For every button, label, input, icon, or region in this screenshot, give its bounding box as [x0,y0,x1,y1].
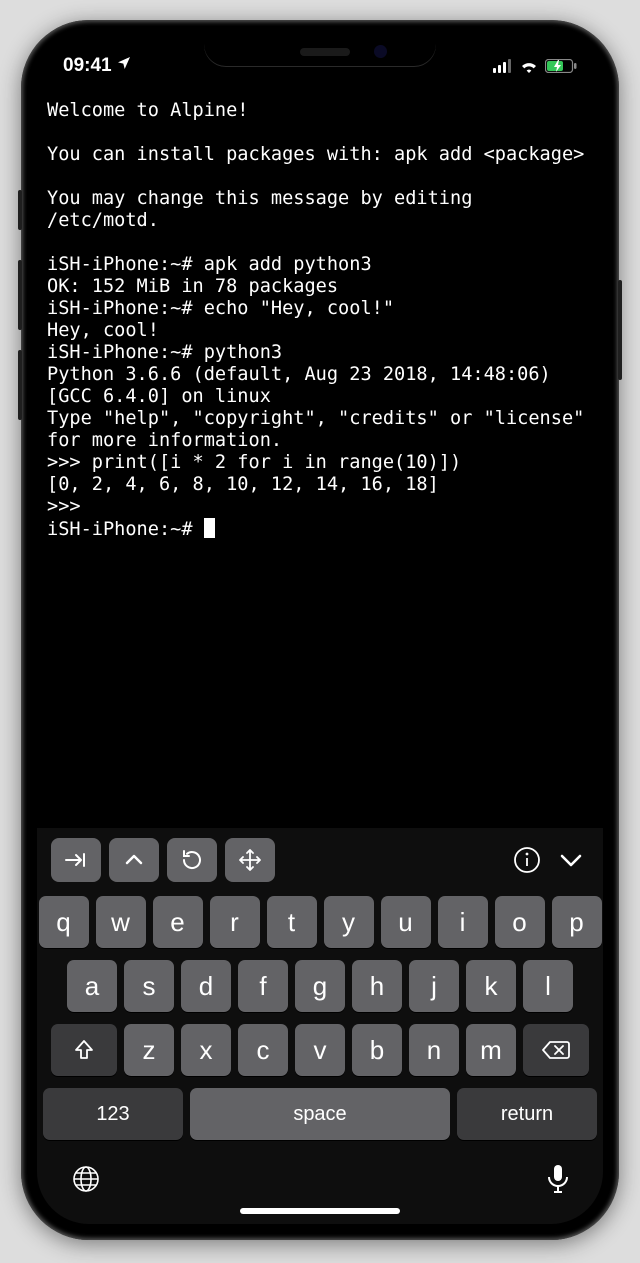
key-t[interactable]: t [267,896,317,948]
key-p[interactable]: p [552,896,602,948]
cellular-icon [493,59,513,73]
key-y[interactable]: y [324,896,374,948]
esc-key[interactable] [167,838,217,882]
key-o[interactable]: o [495,896,545,948]
key-row-4: 123 space return [43,1088,597,1144]
arrows-key[interactable] [225,838,275,882]
volume-down [18,350,22,420]
screen: 09:41 Welcome to Alpine! You can install… [37,36,603,1224]
cursor [204,518,215,538]
key-d[interactable]: d [181,960,231,1012]
key-s[interactable]: s [124,960,174,1012]
key-f[interactable]: f [238,960,288,1012]
terminal-text: Welcome to Alpine! You can install packa… [47,100,596,540]
wifi-icon [519,59,539,73]
dictation-icon[interactable] [547,1164,569,1194]
home-indicator[interactable] [240,1208,400,1214]
backspace-key[interactable] [523,1024,589,1076]
notch [204,36,436,66]
space-key[interactable]: space [190,1088,450,1140]
tab-key[interactable] [51,838,101,882]
key-j[interactable]: j [409,960,459,1012]
side-switch [18,190,22,230]
power-button [618,280,622,380]
key-row-3: zxcvbnm [43,1024,597,1076]
key-row-1: qwertyuiop [43,896,597,948]
key-v[interactable]: v [295,1024,345,1076]
keyboard-accessory-bar [37,828,603,892]
keyboard-tool-row [37,1144,603,1202]
key-row-2: asdfghjkl [43,960,597,1012]
key-h[interactable]: h [352,960,402,1012]
key-c[interactable]: c [238,1024,288,1076]
battery-icon [545,59,577,73]
key-m[interactable]: m [466,1024,516,1076]
ctrl-key[interactable] [109,838,159,882]
key-e[interactable]: e [153,896,203,948]
numbers-key[interactable]: 123 [43,1088,183,1140]
collapse-keyboard-button[interactable] [553,842,589,878]
key-k[interactable]: k [466,960,516,1012]
location-icon [116,55,132,77]
keyboard: qwertyuiop asdfghjkl zxcvbnm 123 space r… [37,892,603,1144]
key-g[interactable]: g [295,960,345,1012]
return-key[interactable]: return [457,1088,597,1140]
keyboard-area: qwertyuiop asdfghjkl zxcvbnm 123 space r… [37,828,603,1224]
key-i[interactable]: i [438,896,488,948]
clock: 09:41 [63,55,112,77]
key-a[interactable]: a [67,960,117,1012]
key-w[interactable]: w [96,896,146,948]
key-x[interactable]: x [181,1024,231,1076]
volume-up [18,260,22,330]
key-n[interactable]: n [409,1024,459,1076]
phone-frame: 09:41 Welcome to Alpine! You can install… [21,20,619,1240]
key-u[interactable]: u [381,896,431,948]
key-b[interactable]: b [352,1024,402,1076]
info-button[interactable] [509,842,545,878]
terminal-output[interactable]: Welcome to Alpine! You can install packa… [37,88,603,828]
shift-key[interactable] [51,1024,117,1076]
key-q[interactable]: q [39,896,89,948]
key-r[interactable]: r [210,896,260,948]
globe-icon[interactable] [71,1164,101,1194]
key-z[interactable]: z [124,1024,174,1076]
key-l[interactable]: l [523,960,573,1012]
